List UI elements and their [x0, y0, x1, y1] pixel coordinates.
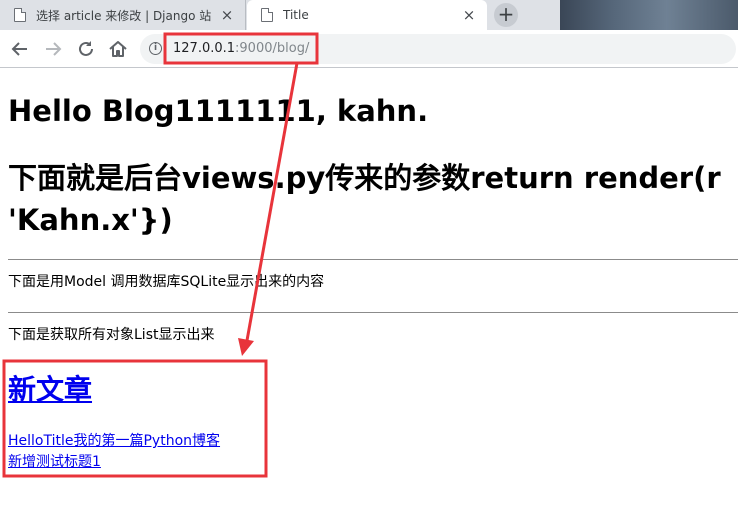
model-description: 下面是用Model 调用数据库SQLite显示出来的内容	[8, 274, 325, 290]
new-tab-button[interactable]: +	[494, 3, 518, 27]
tab-title: Title	[283, 8, 309, 22]
close-icon[interactable]: ×	[219, 7, 235, 23]
url-path: :9000/blog/	[235, 41, 310, 56]
list-description: 下面是获取所有对象List显示出来	[8, 327, 215, 343]
arrow-left-icon	[11, 42, 27, 56]
info-icon[interactable]: i	[149, 42, 162, 55]
tab-django-admin[interactable]: 选择 article 来修改 | Django 站 ×	[0, 0, 246, 30]
close-icon[interactable]: ×	[461, 7, 477, 23]
back-button[interactable]	[9, 38, 31, 60]
tab-title: 选择 article 来修改 | Django 站	[36, 8, 212, 23]
page-content: Hello Blog1111111, kahn. 下面就是后台views.py传…	[0, 69, 738, 506]
article-link[interactable]: HelloTitle我的第一篇Python博客	[8, 430, 220, 450]
divider	[8, 312, 738, 313]
url-host: 127.0.0.1	[173, 41, 236, 56]
params-heading-line1: 下面就是后台views.py传来的参数return render(r	[8, 161, 721, 195]
tab-strip: 选择 article 来修改 | Django 站 × Title × +	[0, 0, 738, 30]
tab-title-page[interactable]: Title ×	[247, 0, 487, 30]
article-link[interactable]: 新增测试标题1	[8, 451, 101, 471]
article-heading-link[interactable]: 新文章	[8, 368, 92, 408]
arrow-right-icon	[46, 42, 62, 56]
home-icon	[109, 41, 127, 57]
hello-heading: Hello Blog1111111, kahn.	[8, 94, 429, 128]
params-heading-line2: 'Kahn.x'})	[8, 203, 173, 237]
reload-button[interactable]	[75, 38, 97, 60]
url-text[interactable]: 127.0.0.1:9000/blog/	[173, 41, 309, 57]
home-button[interactable]	[107, 38, 129, 60]
divider	[8, 259, 738, 260]
browser-toolbar: i 127.0.0.1:9000/blog/	[0, 30, 738, 68]
page-icon	[261, 8, 273, 22]
page-icon	[14, 8, 26, 22]
reload-icon	[79, 41, 93, 56]
address-bar[interactable]: i 127.0.0.1:9000/blog/	[140, 34, 736, 64]
forward-button[interactable]	[42, 38, 64, 60]
params-heading: 下面就是后台views.py传来的参数return render(r 'Kahn.…	[8, 157, 738, 241]
window-background-image	[560, 0, 738, 30]
